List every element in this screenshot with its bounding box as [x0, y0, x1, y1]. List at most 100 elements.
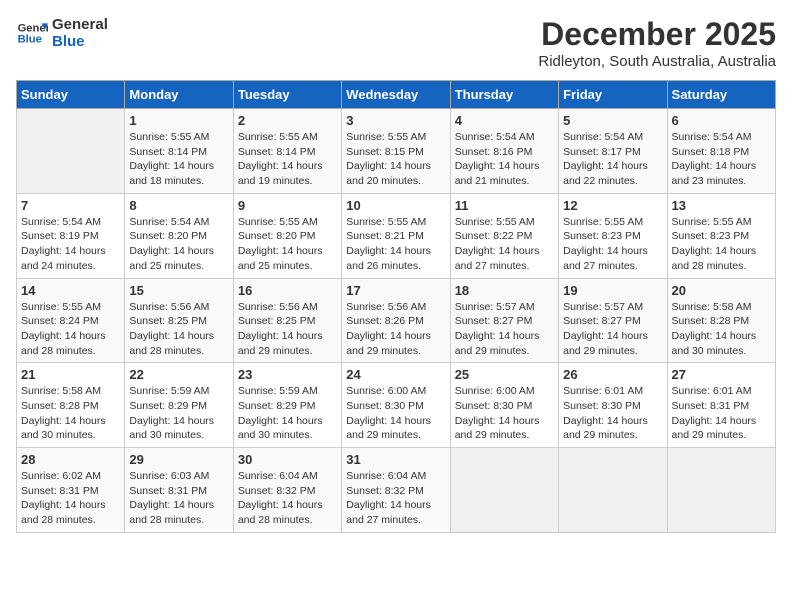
- day-number: 25: [455, 367, 554, 382]
- calendar-title: December 2025: [538, 16, 776, 53]
- day-info: Sunrise: 5:54 AMSunset: 8:19 PMDaylight:…: [21, 215, 120, 274]
- day-number: 21: [21, 367, 120, 382]
- calendar-cell: [667, 448, 775, 533]
- day-number: 10: [346, 198, 445, 213]
- day-info: Sunrise: 5:54 AMSunset: 8:18 PMDaylight:…: [672, 130, 771, 189]
- calendar-cell: 11Sunrise: 5:55 AMSunset: 8:22 PMDayligh…: [450, 193, 558, 278]
- day-info: Sunrise: 5:59 AMSunset: 8:29 PMDaylight:…: [238, 384, 337, 443]
- day-number: 9: [238, 198, 337, 213]
- day-info: Sunrise: 5:56 AMSunset: 8:25 PMDaylight:…: [129, 300, 228, 359]
- calendar-cell: 15 Sunrise: 5:56 AMSunset: 8:25 PMDayligh…: [125, 278, 233, 363]
- day-info: Sunrise: 5:54 AMSunset: 8:20 PMDaylight:…: [129, 215, 228, 274]
- logo: General Blue General Blue: [16, 16, 108, 50]
- day-info: Sunrise: 5:55 AMSunset: 8:14 PMDaylight:…: [129, 130, 228, 189]
- day-info: Sunrise: 5:58 AMSunset: 8:28 PMDaylight:…: [21, 384, 120, 443]
- header-monday: Monday: [125, 81, 233, 109]
- header-sunday: Sunday: [17, 81, 125, 109]
- day-number: 31: [346, 452, 445, 467]
- day-number: 16: [238, 283, 337, 298]
- calendar-cell: 18 Sunrise: 5:57 AMSunset: 8:27 PMDayligh…: [450, 278, 558, 363]
- day-number: 1: [129, 113, 228, 128]
- week-row-2: 7 Sunrise: 5:54 AMSunset: 8:19 PMDaylight…: [17, 193, 776, 278]
- day-info: Sunrise: 6:04 AMSunset: 8:32 PMDaylight:…: [238, 469, 337, 528]
- calendar-cell: 16 Sunrise: 5:56 AMSunset: 8:25 PMDayligh…: [233, 278, 341, 363]
- calendar-cell: [450, 448, 558, 533]
- day-info: Sunrise: 5:55 AMSunset: 8:21 PMDaylight:…: [346, 215, 445, 274]
- day-info: Sunrise: 5:57 AMSunset: 8:27 PMDaylight:…: [455, 300, 554, 359]
- calendar-subtitle: Ridleyton, South Australia, Australia: [538, 53, 776, 70]
- logo-icon: General Blue: [16, 17, 48, 49]
- calendar-cell: 13 Sunrise: 5:55 AMSunset: 8:23 PMDayligh…: [667, 193, 775, 278]
- calendar-cell: 4 Sunrise: 5:54 AMSunset: 8:16 PMDaylight…: [450, 109, 558, 194]
- day-number: 28: [21, 452, 120, 467]
- calendar-cell: 17Sunrise: 5:56 AMSunset: 8:26 PMDayligh…: [342, 278, 450, 363]
- calendar-cell: 9Sunrise: 5:55 AMSunset: 8:20 PMDaylight…: [233, 193, 341, 278]
- calendar-cell: 12Sunrise: 5:55 AMSunset: 8:23 PMDayligh…: [559, 193, 667, 278]
- calendar-header-row: SundayMondayTuesdayWednesdayThursdayFrid…: [17, 81, 776, 109]
- day-info: Sunrise: 5:55 AMSunset: 8:23 PMDaylight:…: [563, 215, 662, 274]
- title-section: December 2025 Ridleyton, South Australia…: [538, 16, 776, 70]
- calendar-cell: 8 Sunrise: 5:54 AMSunset: 8:20 PMDaylight…: [125, 193, 233, 278]
- day-number: 7: [21, 198, 120, 213]
- calendar-cell: [17, 109, 125, 194]
- day-info: Sunrise: 6:01 AMSunset: 8:31 PMDaylight:…: [672, 384, 771, 443]
- day-number: 13: [672, 198, 771, 213]
- day-number: 18: [455, 283, 554, 298]
- day-info: Sunrise: 5:57 AMSunset: 8:27 PMDaylight:…: [563, 300, 662, 359]
- day-info: Sunrise: 5:55 AMSunset: 8:23 PMDaylight:…: [672, 215, 771, 274]
- calendar-cell: 31 Sunrise: 6:04 AMSunset: 8:32 PMDayligh…: [342, 448, 450, 533]
- day-number: 14: [21, 283, 120, 298]
- logo-line1: General: [52, 16, 108, 33]
- day-number: 11: [455, 198, 554, 213]
- day-number: 19: [563, 283, 662, 298]
- page-header: General Blue General Blue December 2025 …: [16, 16, 776, 70]
- day-info: Sunrise: 6:04 AMSunset: 8:32 PMDaylight:…: [346, 469, 445, 528]
- calendar-cell: 20 Sunrise: 5:58 AMSunset: 8:28 PMDayligh…: [667, 278, 775, 363]
- day-info: Sunrise: 6:02 AMSunset: 8:31 PMDaylight:…: [21, 469, 120, 528]
- calendar-cell: 3Sunrise: 5:55 AMSunset: 8:15 PMDaylight…: [342, 109, 450, 194]
- day-number: 29: [129, 452, 228, 467]
- day-info: Sunrise: 6:03 AMSunset: 8:31 PMDaylight:…: [129, 469, 228, 528]
- week-row-1: 1 Sunrise: 5:55 AMSunset: 8:14 PMDaylight…: [17, 109, 776, 194]
- day-number: 4: [455, 113, 554, 128]
- header-wednesday: Wednesday: [342, 81, 450, 109]
- day-number: 24: [346, 367, 445, 382]
- day-number: 15: [129, 283, 228, 298]
- calendar-cell: [559, 448, 667, 533]
- day-number: 27: [672, 367, 771, 382]
- calendar-cell: 30Sunrise: 6:04 AMSunset: 8:32 PMDayligh…: [233, 448, 341, 533]
- calendar-cell: 25 Sunrise: 6:00 AMSunset: 8:30 PMDayligh…: [450, 363, 558, 448]
- calendar-cell: 27 Sunrise: 6:01 AMSunset: 8:31 PMDayligh…: [667, 363, 775, 448]
- week-row-5: 28 Sunrise: 6:02 AMSunset: 8:31 PMDayligh…: [17, 448, 776, 533]
- day-info: Sunrise: 5:55 AMSunset: 8:24 PMDaylight:…: [21, 300, 120, 359]
- calendar-cell: 7 Sunrise: 5:54 AMSunset: 8:19 PMDaylight…: [17, 193, 125, 278]
- calendar-cell: 5Sunrise: 5:54 AMSunset: 8:17 PMDaylight…: [559, 109, 667, 194]
- day-info: Sunrise: 5:58 AMSunset: 8:28 PMDaylight:…: [672, 300, 771, 359]
- week-row-3: 14 Sunrise: 5:55 AMSunset: 8:24 PMDayligh…: [17, 278, 776, 363]
- calendar-cell: 24 Sunrise: 6:00 AMSunset: 8:30 PMDayligh…: [342, 363, 450, 448]
- day-info: Sunrise: 5:56 AMSunset: 8:25 PMDaylight:…: [238, 300, 337, 359]
- svg-text:Blue: Blue: [18, 34, 42, 46]
- day-info: Sunrise: 6:00 AMSunset: 8:30 PMDaylight:…: [455, 384, 554, 443]
- header-saturday: Saturday: [667, 81, 775, 109]
- day-number: 23: [238, 367, 337, 382]
- calendar-table: SundayMondayTuesdayWednesdayThursdayFrid…: [16, 80, 776, 533]
- calendar-cell: 1 Sunrise: 5:55 AMSunset: 8:14 PMDaylight…: [125, 109, 233, 194]
- calendar-cell: 22Sunrise: 5:59 AMSunset: 8:29 PMDayligh…: [125, 363, 233, 448]
- calendar-cell: 28 Sunrise: 6:02 AMSunset: 8:31 PMDayligh…: [17, 448, 125, 533]
- calendar-cell: 6Sunrise: 5:54 AMSunset: 8:18 PMDaylight…: [667, 109, 775, 194]
- day-info: Sunrise: 6:01 AMSunset: 8:30 PMDaylight:…: [563, 384, 662, 443]
- day-number: 8: [129, 198, 228, 213]
- calendar-cell: 19 Sunrise: 5:57 AMSunset: 8:27 PMDayligh…: [559, 278, 667, 363]
- header-friday: Friday: [559, 81, 667, 109]
- week-row-4: 21 Sunrise: 5:58 AMSunset: 8:28 PMDayligh…: [17, 363, 776, 448]
- day-info: Sunrise: 5:55 AMSunset: 8:15 PMDaylight:…: [346, 130, 445, 189]
- day-number: 26: [563, 367, 662, 382]
- calendar-cell: 2Sunrise: 5:55 AMSunset: 8:14 PMDaylight…: [233, 109, 341, 194]
- logo-line2: Blue: [52, 33, 108, 50]
- day-number: 20: [672, 283, 771, 298]
- calendar-cell: 21 Sunrise: 5:58 AMSunset: 8:28 PMDayligh…: [17, 363, 125, 448]
- day-info: Sunrise: 6:00 AMSunset: 8:30 PMDaylight:…: [346, 384, 445, 443]
- day-info: Sunrise: 5:54 AMSunset: 8:16 PMDaylight:…: [455, 130, 554, 189]
- day-number: 5: [563, 113, 662, 128]
